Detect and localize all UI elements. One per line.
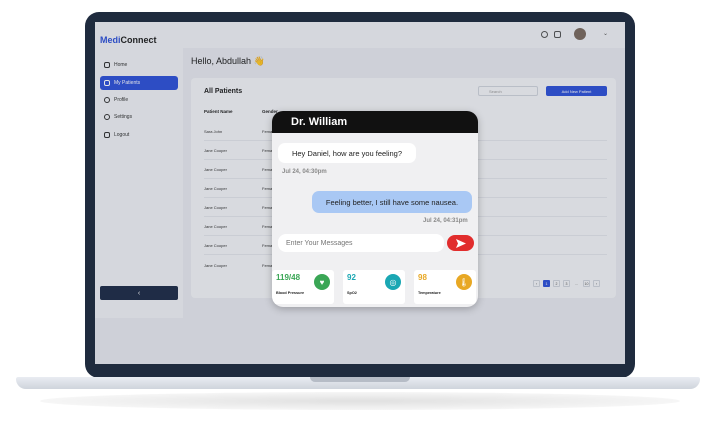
oxygen-icon: ◎: [385, 274, 401, 290]
vital-card-spo2: 92 SpO2 ◎: [343, 270, 405, 304]
vital-label: SpO2: [347, 291, 357, 295]
vital-value: 98: [418, 273, 427, 282]
message-timestamp: Jul 24, 04:30pm: [282, 169, 327, 175]
vital-card-temperature: 98 Temperature 🌡: [414, 270, 476, 304]
vital-value: 119/48: [276, 273, 301, 282]
laptop-shadow: [40, 392, 680, 410]
message-timestamp: Jul 24, 04:31pm: [423, 218, 468, 224]
message-bubble-outgoing: Feeling better, I still have some nausea…: [312, 191, 472, 213]
vital-value: 92: [347, 273, 356, 282]
vital-card-blood-pressure: 119/48 Blood Pressure ♥: [272, 270, 334, 304]
heart-rate-icon: ♥: [314, 274, 330, 290]
message-bubble-incoming: Hey Daniel, how are you feeling?: [278, 143, 416, 163]
thermometer-icon: 🌡: [456, 274, 472, 290]
vital-label: Blood Pressure: [276, 291, 305, 295]
chat-header: Dr. William: [272, 111, 478, 133]
vital-label: Temperature: [418, 291, 441, 295]
send-button[interactable]: [447, 235, 474, 251]
laptop-notch: [310, 377, 410, 382]
message-input[interactable]: [278, 234, 444, 252]
send-icon: [455, 238, 466, 248]
chat-modal: Dr. William Hey Daniel, how are you feel…: [272, 111, 478, 307]
